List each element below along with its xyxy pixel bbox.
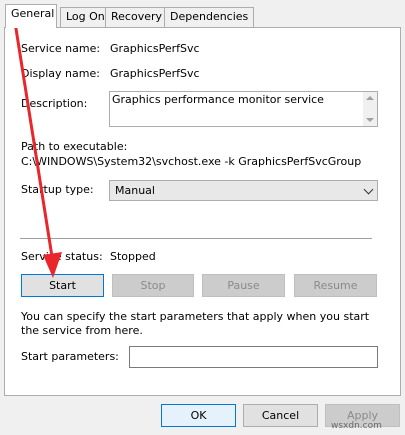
watermark: wsxdn.com	[331, 421, 382, 431]
chevron-down-icon	[363, 184, 374, 195]
service-status-value: Stopped	[110, 250, 156, 263]
tab-recovery[interactable]: Recovery	[105, 7, 169, 27]
start-parameters-label: Start parameters:	[21, 350, 119, 363]
general-panel	[4, 27, 401, 396]
scroll-up-icon[interactable]	[366, 96, 374, 100]
tab-dependencies[interactable]: Dependencies	[164, 7, 255, 27]
service-name-value: GraphicsPerfSvc	[110, 42, 200, 55]
description-text: Graphics performance monitor service	[112, 93, 324, 106]
service-name-label: Service name:	[21, 42, 101, 55]
divider	[20, 238, 372, 239]
scroll-down-icon[interactable]	[366, 118, 374, 122]
startup-type-value: Manual	[115, 184, 155, 197]
pause-button[interactable]: Pause	[202, 274, 285, 297]
description-label: Description:	[21, 97, 88, 110]
resume-button[interactable]: Resume	[294, 274, 377, 297]
tab-strip: Log On Recovery Dependencies General	[0, 4, 405, 28]
display-name-label: Display name:	[21, 67, 100, 80]
help-text: You can specify the start parameters tha…	[21, 310, 370, 337]
path-label: Path to executable:	[21, 140, 128, 153]
startup-type-select[interactable]: Manual	[109, 180, 378, 201]
description-box[interactable]: Graphics performance monitor service	[109, 91, 378, 127]
tab-general[interactable]: General	[5, 4, 57, 28]
stop-button[interactable]: Stop	[112, 274, 194, 297]
display-name-value: GraphicsPerfSvc	[110, 67, 200, 80]
cancel-button[interactable]: Cancel	[243, 404, 318, 427]
service-status-label: Service status:	[21, 250, 103, 263]
tab-log-on[interactable]: Log On	[60, 7, 111, 27]
path-value: C:\WINDOWS\System32\svchost.exe -k Graph…	[21, 155, 362, 168]
ok-button[interactable]: OK	[161, 404, 236, 427]
startup-type-label: Startup type:	[21, 183, 94, 196]
start-parameters-input[interactable]	[129, 346, 378, 368]
start-button[interactable]: Start	[21, 274, 104, 297]
description-scrollbar[interactable]	[363, 92, 377, 126]
